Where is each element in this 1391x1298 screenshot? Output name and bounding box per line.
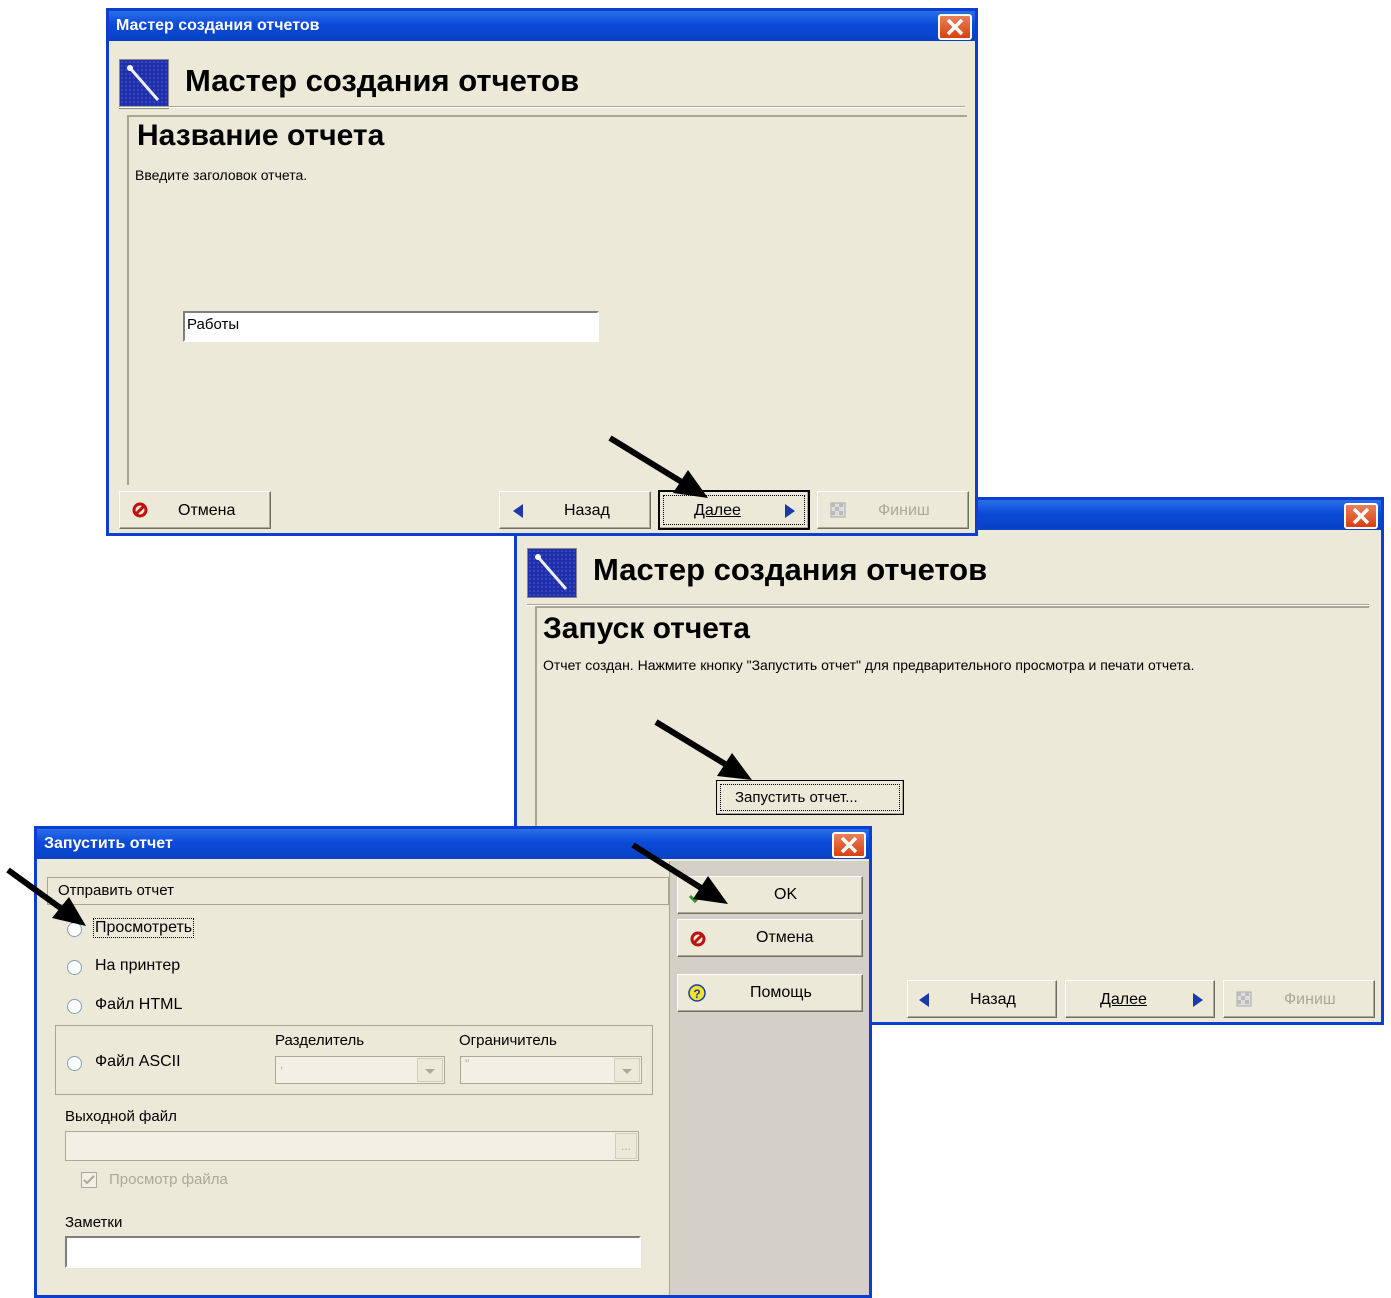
pointer-arrow	[6, 867, 86, 926]
pointer-arrows	[6, 435, 752, 926]
pointer-arrow	[631, 842, 728, 904]
pointer-arrow	[654, 719, 752, 780]
pointer-arrow	[608, 435, 708, 498]
